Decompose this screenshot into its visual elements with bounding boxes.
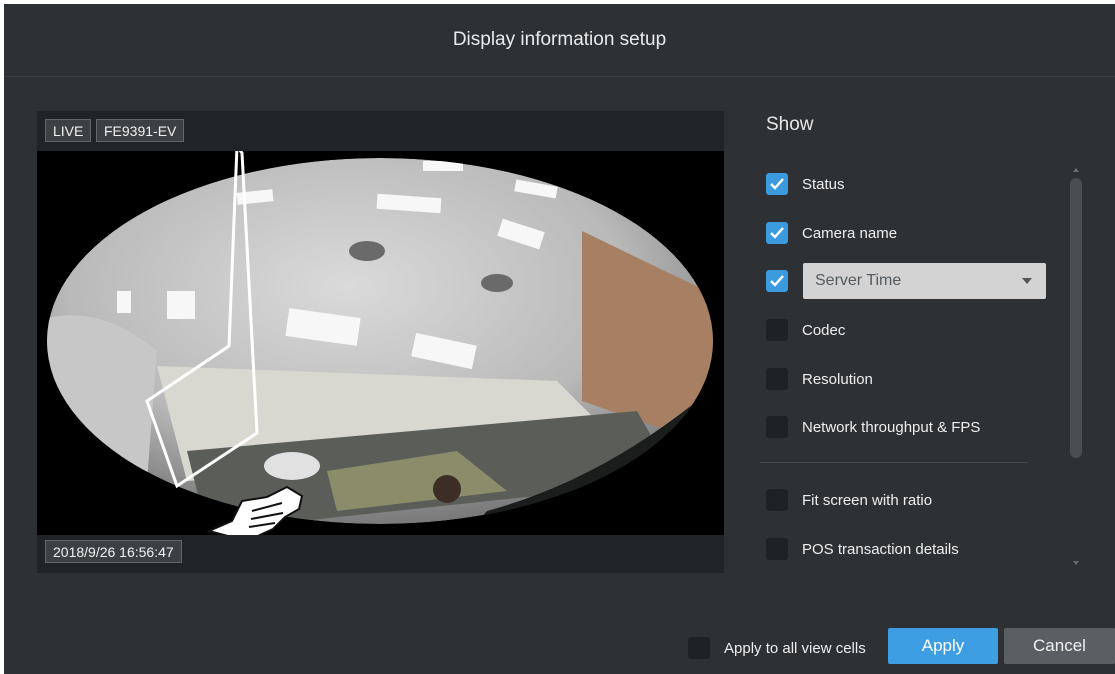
option-resolution[interactable]: Resolution xyxy=(766,367,873,391)
pos-details-checkbox[interactable] xyxy=(766,538,788,560)
checkmark-icon xyxy=(770,178,784,190)
fisheye-video-image xyxy=(37,151,724,535)
caret-down-icon xyxy=(1022,278,1032,284)
fit-screen-checkbox[interactable] xyxy=(766,489,788,511)
codec-checkbox[interactable] xyxy=(766,319,788,341)
options-scrollbar[interactable] xyxy=(1070,178,1082,458)
scroll-up-arrow-icon[interactable] xyxy=(1073,168,1079,172)
option-network-throughput[interactable]: Network throughput & FPS xyxy=(766,415,980,439)
timestamp-tag: 2018/9/26 16:56:47 xyxy=(45,540,182,563)
pos-details-label: POS transaction details xyxy=(802,540,959,558)
option-status[interactable]: Status xyxy=(766,172,845,196)
apply-to-all-label: Apply to all view cells xyxy=(724,639,866,657)
camera-name-label: Camera name xyxy=(802,224,898,242)
time-source-select[interactable]: Server Time xyxy=(803,263,1046,299)
camera-name-checkbox[interactable] xyxy=(766,222,788,244)
option-fit-screen[interactable]: Fit screen with ratio xyxy=(766,488,932,512)
checkmark-icon xyxy=(770,227,784,239)
options-divider xyxy=(760,462,1028,463)
time-checkbox[interactable] xyxy=(766,270,788,292)
codec-label: Codec xyxy=(802,321,846,339)
time-source-value: Server Time xyxy=(815,272,902,289)
network-throughput-checkbox[interactable] xyxy=(766,416,788,438)
apply-button[interactable]: Apply xyxy=(888,628,998,664)
live-status-tag: LIVE xyxy=(45,119,92,142)
resolution-label: Resolution xyxy=(802,370,873,388)
cancel-button[interactable]: Cancel xyxy=(1004,628,1115,664)
fit-screen-label: Fit screen with ratio xyxy=(802,491,933,509)
camera-name-tag: FE9391-EV xyxy=(96,119,185,142)
checkmark-icon xyxy=(770,275,784,287)
display-info-dialog: Display information setup LIVE FE9391-EV xyxy=(4,4,1115,674)
network-throughput-label: Network throughput & FPS xyxy=(802,418,981,436)
apply-to-all-option[interactable]: Apply to all view cells xyxy=(688,636,866,660)
status-checkbox[interactable] xyxy=(766,173,788,195)
scroll-down-arrow-icon[interactable] xyxy=(1073,561,1079,565)
dialog-title: Display information setup xyxy=(4,4,1115,77)
camera-preview: LIVE FE9391-EV 2018/9/26 16:56:47 xyxy=(37,111,724,573)
option-camera-name[interactable]: Camera name xyxy=(766,221,897,245)
option-codec[interactable]: Codec xyxy=(766,318,845,342)
show-panel-title: Show xyxy=(766,114,814,135)
option-time[interactable] xyxy=(766,269,802,293)
resolution-checkbox[interactable] xyxy=(766,368,788,390)
status-label: Status xyxy=(802,175,845,193)
option-pos-details[interactable]: POS transaction details xyxy=(766,537,959,561)
apply-to-all-checkbox[interactable] xyxy=(688,637,710,659)
